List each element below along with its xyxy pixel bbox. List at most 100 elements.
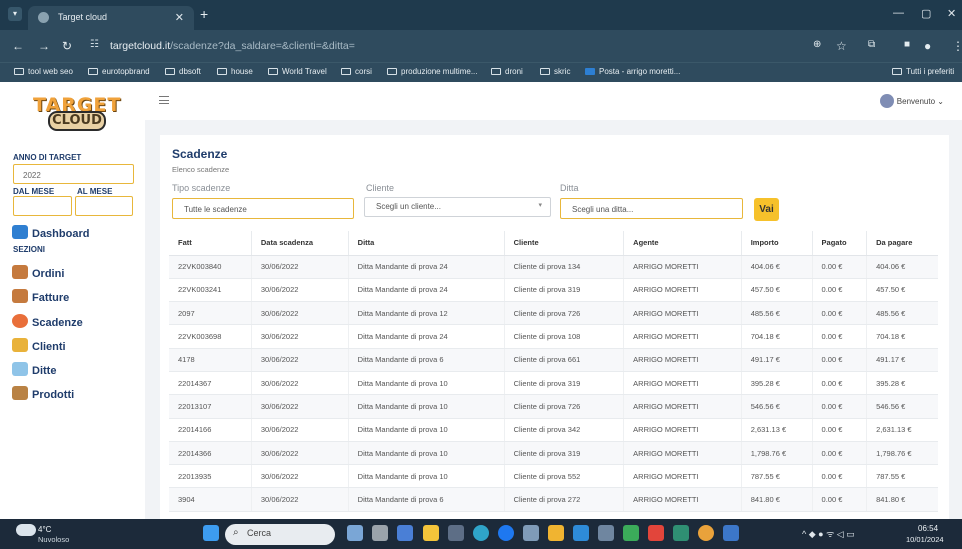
table-cell: 404.06 € [740,255,813,279]
app-icon[interactable] [548,525,564,541]
column-header[interactable]: Cliente [503,231,624,256]
to-month-input[interactable] [75,196,133,216]
bookmark-item[interactable]: skric [540,67,570,76]
bookmark-item[interactable]: dbsoft [165,67,201,76]
file-explorer-icon[interactable] [423,525,439,541]
table-cell: 22VK003698 [169,324,252,349]
reload-icon[interactable]: ↻ [62,39,72,53]
nav-dashboard[interactable]: Dashboard [12,225,89,240]
url-field[interactable]: ☷ targetcloud.it/scadenze?da_saldare=&cl… [90,34,860,56]
app-icon[interactable] [372,525,388,541]
bookmark-item[interactable]: produzione multime... [387,67,477,76]
app-icon[interactable] [347,525,363,541]
zoom-icon[interactable]: ⊕ [813,39,821,50]
bookmark-item[interactable]: Tutti i preferiti [892,67,954,76]
table-row[interactable]: 22014166 30/06/2022 Ditta Mandante di prov… [169,418,938,442]
invoices-icon [12,289,28,303]
table-cell: 0.00 € [811,441,867,466]
app-icon[interactable] [523,525,539,541]
taskbar-search[interactable]: ⌕ Cerca [225,524,335,545]
bookmark-item[interactable]: tool web seo [14,67,73,76]
table-row[interactable]: 3904 30/06/2022 Ditta Mandante di prova 6C… [169,487,938,512]
tab-search-button[interactable]: ▾ [8,7,22,21]
table-cell: 22014367 [169,371,252,396]
bookmark-item[interactable]: World Travel [268,67,327,76]
edge-icon[interactable] [473,525,489,541]
bookmark-star-icon[interactable]: ☆ [836,39,847,53]
table-cell: 30/06/2022 [250,255,349,279]
bookmark-item[interactable]: corsi [341,67,372,76]
minimize-button[interactable]: — [893,7,904,19]
vai-button[interactable]: Vai [754,198,779,221]
nav-ordini[interactable]: Ordini [12,265,64,280]
table-row[interactable]: 22013107 30/06/2022 Ditta Mandante di prov… [169,394,938,419]
sections-heading: SEZIONI [13,245,46,254]
column-header[interactable]: Ditta [347,231,505,256]
column-header[interactable]: Importo [740,231,813,256]
tab-favicon-icon [38,12,49,23]
new-tab-button[interactable]: + [200,6,208,22]
tray-icons[interactable]: ^ ◆ ● ᯤ ◁ ▭ [802,527,855,540]
bookmark-item[interactable]: Posta - arrigo moretti... [585,67,680,76]
nav-clienti[interactable]: Clienti [12,338,66,353]
chrome-icon[interactable] [698,525,714,541]
ditta-input[interactable]: Scegli una ditta... [560,198,743,219]
column-header[interactable]: Data scadenza [250,231,349,256]
table-row[interactable]: 22013935 30/06/2022 Ditta Mandante di prov… [169,464,938,489]
nav-prodotti[interactable]: Prodotti [12,386,74,401]
sidebar: TARGET CLOUD ANNO DI TARGET 2022 DAL MES… [0,82,145,519]
table-row[interactable]: 22VK003840 30/06/2022 Ditta Mandante di pr… [169,255,938,279]
cliente-label: Cliente [366,183,395,193]
back-icon[interactable]: ← [12,39,24,53]
table-row[interactable]: 22014366 30/06/2022 Ditta Mandante di prov… [169,441,938,466]
site-info-icon[interactable]: ☷ [90,39,103,50]
nav-fatture[interactable]: Fatture [12,289,69,304]
column-header[interactable]: Fatt [169,231,252,256]
extensions-icon[interactable]: ⧉ [868,39,875,50]
bookmark-item[interactable]: eurotopbrand [88,67,150,76]
user-menu[interactable]: Benvenuto ⌄ [879,94,944,108]
cliente-select[interactable]: Scegli un cliente... ▾ [364,197,551,217]
facebook-icon[interactable] [498,525,514,541]
sidepanel-icon[interactable]: ■ [904,39,910,50]
brave-icon[interactable] [648,525,664,541]
bookmark-item[interactable]: house [217,67,253,76]
table-row[interactable]: 4178 30/06/2022 Ditta Mandante di prova 6C… [169,348,938,372]
app-icon[interactable] [723,525,739,541]
from-month-input[interactable] [13,196,72,216]
nav-scadenze[interactable]: Scadenze [12,314,83,329]
browser-menu-icon[interactable]: ⋮ [952,39,962,53]
bookmarks-bar: tool web seo eurotopbrand dbsoft house W… [0,62,962,82]
close-window-button[interactable]: ✕ [947,7,956,20]
table-cell: Cliente di prova 134 [503,255,624,279]
tab-close-icon[interactable]: ✕ [175,11,184,24]
forward-icon[interactable]: → [38,39,50,53]
bookmark-item[interactable]: droni [491,67,523,76]
app-icon[interactable] [448,525,464,541]
app-icon[interactable] [623,525,639,541]
table-row[interactable]: 2097 30/06/2022 Ditta Mandante di prova 12… [169,301,938,326]
table-row[interactable]: 22VK003241 30/06/2022 Ditta Mandante di pr… [169,278,938,303]
mail-icon[interactable] [573,525,589,541]
app-icon[interactable] [673,525,689,541]
table-cell: ARRIGO MORETTI [623,441,742,466]
column-header[interactable]: Da pagare [866,231,938,256]
profile-icon[interactable]: ● [924,39,931,53]
page-title: Scadenze [172,147,228,161]
year-input[interactable]: 2022 [13,164,134,184]
table-row[interactable]: 22014367 30/06/2022 Ditta Mandante di prov… [169,371,938,396]
column-header[interactable]: Agente [623,231,742,256]
column-header[interactable]: Pagato [811,231,867,256]
url-host: targetcloud.it [110,40,171,52]
hamburger-menu-icon[interactable] [159,96,169,104]
app-icon[interactable] [397,525,413,541]
table-cell: 485.56 € [740,301,813,326]
browser-tab[interactable]: Target cloud ✕ [28,6,194,30]
table-row[interactable]: 22VK003698 30/06/2022 Ditta Mandante di pr… [169,324,938,349]
app-icon[interactable] [598,525,614,541]
year-label: ANNO DI TARGET [13,153,82,162]
tipo-select[interactable]: Tutte le scadenze [172,198,354,219]
windows-start-icon[interactable] [203,525,219,541]
maximize-button[interactable]: ▢ [921,7,931,20]
nav-ditte[interactable]: Ditte [12,362,56,377]
